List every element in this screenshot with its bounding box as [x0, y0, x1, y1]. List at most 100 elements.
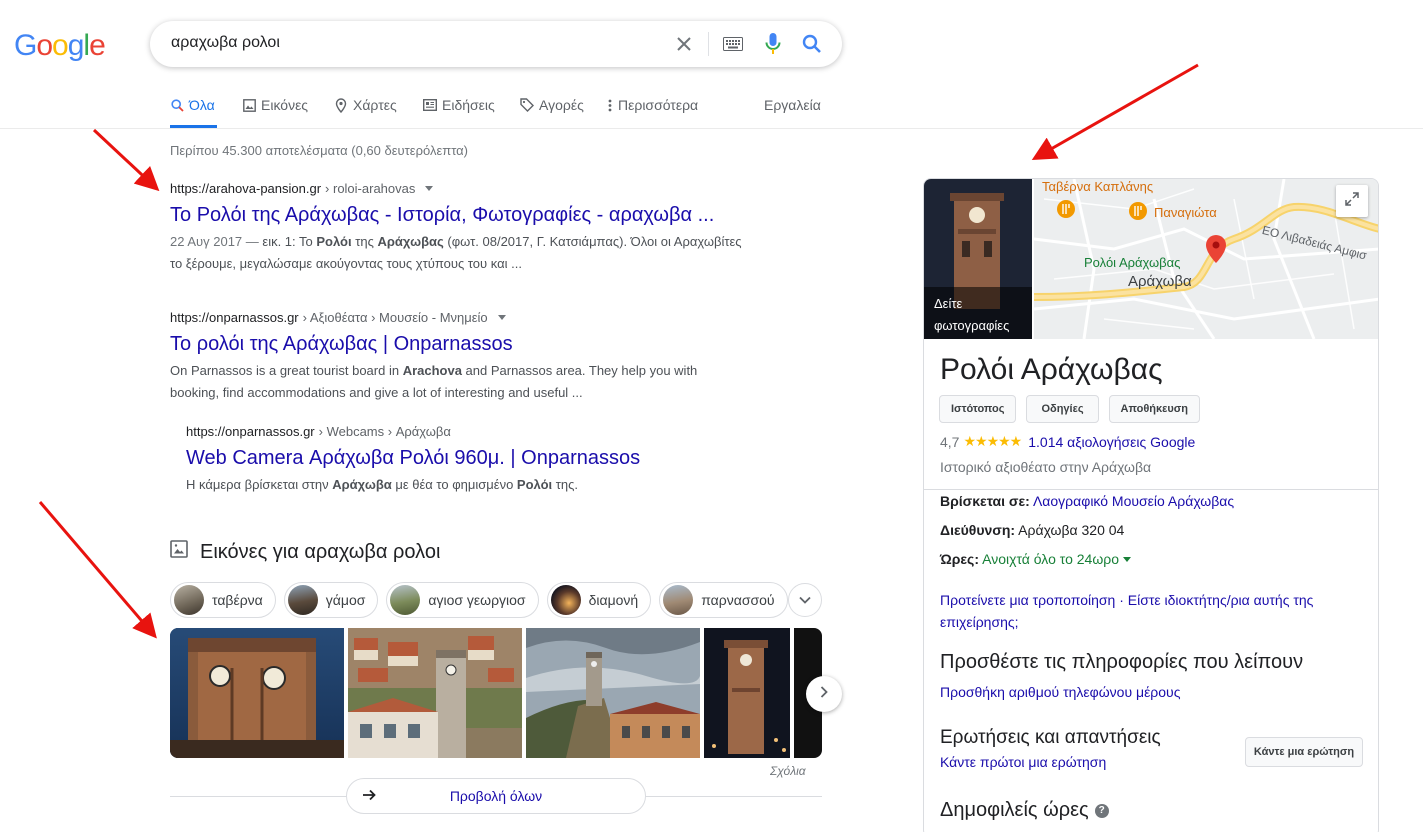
tab-all[interactable]: Όλα [170, 97, 215, 113]
clear-icon[interactable] [672, 32, 696, 56]
caret-down-icon[interactable] [1122, 557, 1131, 562]
keyboard-icon[interactable] [721, 32, 745, 56]
chip-label: αγιοσ γεωργιοσ [428, 592, 526, 608]
map-label-taverna: Ταβέρνα Καπλάνης [1042, 179, 1154, 194]
logo-letter: g [67, 29, 85, 62]
chips-expand-button[interactable] [788, 583, 822, 617]
image-chip[interactable]: παρνασσού [659, 582, 788, 618]
popular-times-text: Δημοφιλείς ώρες [940, 799, 1089, 821]
reviews-link[interactable]: 1.014 αξιολογήσεις Google [1028, 434, 1195, 450]
result-stats: Περίπου 45.300 αποτελέσματα (0,60 δευτερ… [170, 143, 469, 158]
image-thumbnail[interactable] [526, 628, 701, 758]
expand-map-button[interactable] [1336, 185, 1368, 217]
kp-action-buttons: Ιστότοπος Οδηγίες Αποθήκευση [939, 395, 1200, 423]
dropdown-arrow-icon[interactable] [425, 186, 434, 191]
search-input[interactable]: αραχωβα ρολοι [171, 34, 280, 52]
snippet-text: της [351, 234, 378, 249]
image-chip[interactable]: γάμοσ [283, 582, 379, 618]
map-pin-icon [334, 97, 348, 113]
snippet-text: On Parnassos is a great tourist board in [170, 363, 403, 378]
view-all-button[interactable]: Προβολή όλων [346, 778, 646, 814]
tab-images[interactable]: Εικόνες [242, 97, 308, 113]
tab-label: Όλα [189, 97, 215, 113]
annotation-arrow [92, 128, 160, 192]
snippet-bold: Ρολόι [316, 234, 352, 249]
result-title-link[interactable]: Web Camera Αράχωβα Ρολόι 960μ. | Onparna… [186, 447, 766, 470]
hours-value[interactable]: Ανοιχτά όλο το 24ωρο [982, 551, 1119, 567]
image-thumbnail[interactable] [348, 628, 522, 758]
located-link[interactable]: Λαογραφικό Μουσείο Αράχωβας [1033, 493, 1234, 509]
address-label: Διεύθυνση: [940, 522, 1016, 538]
chip-thumbnail [663, 585, 694, 615]
tab-label: Ειδήσεις [442, 97, 495, 113]
images-heading-text: Εικόνες για αραχωβα ρολοι [200, 540, 441, 563]
result-snippet: On Parnassos is a great tourist board in… [170, 360, 750, 404]
image-chip[interactable]: διαμονή [546, 582, 652, 618]
result-breadcrumb: › Αξιοθέατα › Μουσείο - Μνημείο [302, 310, 488, 325]
tools-button[interactable]: Εργαλεία [764, 97, 821, 113]
restaurant-marker-icon [1129, 202, 1147, 220]
qa-heading: Ερωτήσεις και απαντήσεις [940, 727, 1161, 748]
expand-icon [1345, 191, 1359, 211]
restaurant-marker-icon [1057, 200, 1075, 218]
suggest-edit-link[interactable]: Προτείνετε μια τροποποίηση [940, 592, 1115, 608]
website-button[interactable]: Ιστότοπος [939, 395, 1017, 423]
image-thumbnail[interactable] [704, 628, 790, 758]
map-label-panagiota: Παναγιώτα [1154, 205, 1217, 220]
divider [924, 489, 1378, 490]
see-photos-label: Δείτε φωτογραφίες [934, 293, 1009, 337]
view-all-label: Προβολή όλων [449, 788, 543, 804]
more-vert-icon [607, 98, 613, 112]
search-result-sub: https://onparnassos.gr › Webcams › Αράχω… [186, 424, 766, 496]
image-chip[interactable]: αγιοσ γεωργιοσ [386, 582, 539, 618]
see-photos-line: φωτογραφίες [934, 318, 1010, 333]
chip-thumbnail [287, 585, 318, 615]
dropdown-arrow-icon[interactable] [497, 315, 506, 320]
chip-label: διαμονή [588, 592, 639, 608]
google-logo[interactable]: Google [14, 29, 106, 63]
active-tab-indicator [170, 125, 217, 128]
carousel-next-button[interactable] [806, 676, 842, 712]
result-cite[interactable]: https://onparnassos.gr › Webcams › Αράχω… [186, 424, 766, 439]
image-icon [170, 540, 188, 564]
image-chip[interactable]: ταβέρνα [170, 582, 276, 618]
search-box[interactable]: αραχωβα ρολοι [150, 21, 842, 67]
knowledge-panel: Δείτε φωτογραφίες Ταβέρνα Καπλάνης Παναγ… [923, 178, 1379, 832]
result-title-link[interactable]: Το Ρολόι της Αράχωβας - Ιστορία, Φωτογρα… [170, 204, 750, 227]
tab-maps[interactable]: Χάρτες [334, 97, 397, 113]
tab-shopping[interactable]: Αγορές [520, 97, 584, 113]
help-icon[interactable]: ? [1094, 803, 1109, 818]
tab-news[interactable]: Ειδήσεις [423, 97, 495, 113]
location-map[interactable]: Ταβέρνα Καπλάνης Παναγιώτα ΕΟ Λιβαδειάς … [1034, 179, 1378, 339]
search-result: https://arahova-pansion.gr › roloi-araho… [170, 181, 750, 275]
add-phone-link[interactable]: Προσθήκη αριθμού τηλεφώνου μέρους [940, 684, 1180, 700]
directions-button[interactable]: Οδηγίες [1026, 395, 1099, 423]
qa-first-link[interactable]: Κάντε πρώτοι μια ερώτηση [940, 754, 1106, 770]
feedback-link[interactable]: Σχόλια [770, 764, 806, 778]
result-title-link[interactable]: Το ρολόι της Αράχωβας | Onparnassos [170, 333, 750, 356]
search-tabs: Όλα Εικόνες Χάρτες Ειδήσεις Αγορές Περισ… [0, 90, 1423, 129]
image-thumbnail[interactable] [170, 628, 344, 758]
microphone-icon[interactable] [761, 32, 785, 56]
save-button[interactable]: Αποθήκευση [1108, 395, 1200, 423]
tab-label: Εικόνες [261, 97, 309, 113]
kp-rating: 4,7 ★★★★★ 1.014 αξιολογήσεις Google [940, 433, 1195, 450]
chevron-right-icon [820, 685, 828, 703]
result-cite[interactable]: https://onparnassos.gr › Αξιοθέατα › Μου… [170, 310, 750, 325]
snippet-text: εικ. 1: Το [258, 234, 317, 249]
chip-thumbnail [550, 585, 581, 615]
result-breadcrumb: › Webcams › Αράχωβα [318, 424, 451, 439]
tab-more[interactable]: Περισσότερα [607, 97, 698, 113]
image-carousel [170, 628, 822, 758]
snippet-bold: Αράχωβα [332, 477, 392, 492]
result-breadcrumb: › roloi-arahovas [325, 181, 416, 196]
arrow-right-icon [361, 787, 377, 806]
result-url: https://onparnassos.gr [170, 310, 299, 325]
ask-question-button[interactable]: Κάντε μια ερώτηση [1245, 737, 1363, 767]
result-cite[interactable]: https://arahova-pansion.gr › roloi-araho… [170, 181, 750, 196]
search-icon[interactable] [800, 32, 824, 56]
located-label: Βρίσκεται σε: [940, 493, 1030, 509]
kp-located-in: Βρίσκεται σε: Λαογραφικό Μουσείο Αράχωβα… [940, 493, 1234, 509]
chip-thumbnail [174, 585, 204, 615]
see-photos-tile[interactable]: Δείτε φωτογραφίες [924, 179, 1032, 339]
